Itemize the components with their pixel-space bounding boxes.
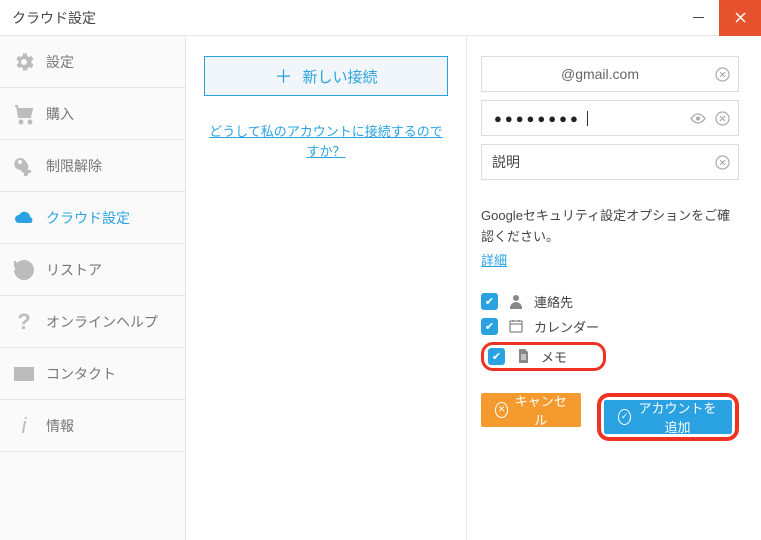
add-account-button[interactable]: ✓ アカウントを追加 — [604, 400, 732, 434]
description-field-wrapper — [481, 144, 739, 180]
sidebar-item-purchase[interactable]: 購入 — [0, 88, 185, 140]
sidebar-item-label: 情報 — [46, 416, 74, 436]
check-label: メモ — [541, 347, 567, 366]
titlebar: クラウド設定 — [0, 0, 761, 36]
plus-icon: ＋ — [274, 63, 292, 89]
sidebar-item-label: オンラインヘルプ — [46, 312, 158, 332]
details-link[interactable]: 詳細 — [481, 250, 507, 269]
eye-icon[interactable] — [688, 108, 708, 128]
clear-email-icon[interactable] — [712, 64, 732, 84]
cloud-icon — [10, 206, 38, 230]
sidebar: 設定 購入 制限解除 クラウド設定 リストア ? オンラインヘルプ コンタクト … — [0, 36, 186, 540]
window-title: クラウド設定 — [0, 8, 96, 28]
sidebar-item-restore[interactable]: リストア — [0, 244, 185, 296]
cart-icon — [10, 102, 38, 126]
clear-password-icon[interactable] — [712, 108, 732, 128]
check-label: 連絡先 — [534, 292, 573, 311]
email-input[interactable] — [492, 66, 708, 82]
clear-description-icon[interactable] — [712, 152, 732, 172]
restore-icon — [10, 258, 38, 282]
contacts-checkbox[interactable]: ✔ — [481, 293, 498, 310]
cancel-button[interactable]: ✕ キャンセル — [481, 393, 581, 427]
notes-checkbox[interactable]: ✔ — [488, 348, 505, 365]
calendar-icon — [506, 318, 526, 334]
question-icon: ? — [10, 310, 38, 334]
cancel-icon: ✕ — [495, 402, 508, 418]
sidebar-item-label: クラウド設定 — [46, 208, 130, 228]
new-connection-label: 新しい接続 — [302, 66, 377, 87]
check-label: カレンダー — [534, 317, 599, 336]
sidebar-item-label: コンタクト — [46, 364, 116, 384]
email-field-wrapper — [481, 56, 739, 92]
add-account-highlight: ✓ アカウントを追加 — [597, 393, 739, 441]
sidebar-item-label: 制限解除 — [46, 156, 102, 176]
calendar-checkbox[interactable]: ✔ — [481, 318, 498, 335]
sidebar-item-cloud[interactable]: クラウド設定 — [0, 192, 185, 244]
security-notice: Googleセキュリティ設定オプションをご確認ください。 — [481, 206, 739, 248]
close-button[interactable] — [719, 0, 761, 36]
mail-icon — [10, 362, 38, 386]
svg-text:?: ? — [17, 310, 30, 334]
description-input[interactable] — [492, 154, 708, 170]
sidebar-item-help[interactable]: ? オンラインヘルプ — [0, 296, 185, 348]
new-connection-button[interactable]: ＋ 新しい接続 — [204, 56, 448, 96]
check-row-contacts: ✔ 連絡先 — [481, 292, 739, 311]
sidebar-item-settings[interactable]: 設定 — [0, 36, 185, 88]
cancel-label: キャンセル — [514, 391, 567, 429]
info-icon: i — [10, 414, 38, 438]
add-label: アカウントを追加 — [637, 398, 718, 436]
gear-icon — [10, 50, 38, 74]
notes-highlight: ✔ メモ — [481, 342, 606, 371]
password-field-wrapper: ●●●●●●●● — [481, 100, 739, 136]
password-input[interactable]: ●●●●●●●● — [492, 111, 684, 126]
sidebar-item-label: リストア — [46, 260, 102, 280]
check-row-calendar: ✔ カレンダー — [481, 317, 739, 336]
document-icon — [513, 348, 533, 364]
sidebar-item-contact[interactable]: コンタクト — [0, 348, 185, 400]
key-icon — [10, 154, 38, 178]
sidebar-item-info[interactable]: i 情報 — [0, 400, 185, 452]
svg-text:i: i — [22, 414, 28, 438]
sidebar-item-unlock[interactable]: 制限解除 — [0, 140, 185, 192]
sidebar-item-label: 設定 — [46, 52, 74, 72]
person-icon — [506, 293, 526, 309]
check-row-notes: ✔ メモ — [488, 347, 567, 366]
why-connect-link[interactable]: どうして私のアカウントに接続するのですか？ — [204, 122, 448, 161]
minimize-button[interactable] — [677, 0, 719, 36]
sidebar-item-label: 購入 — [46, 104, 74, 124]
check-icon: ✓ — [618, 409, 631, 425]
